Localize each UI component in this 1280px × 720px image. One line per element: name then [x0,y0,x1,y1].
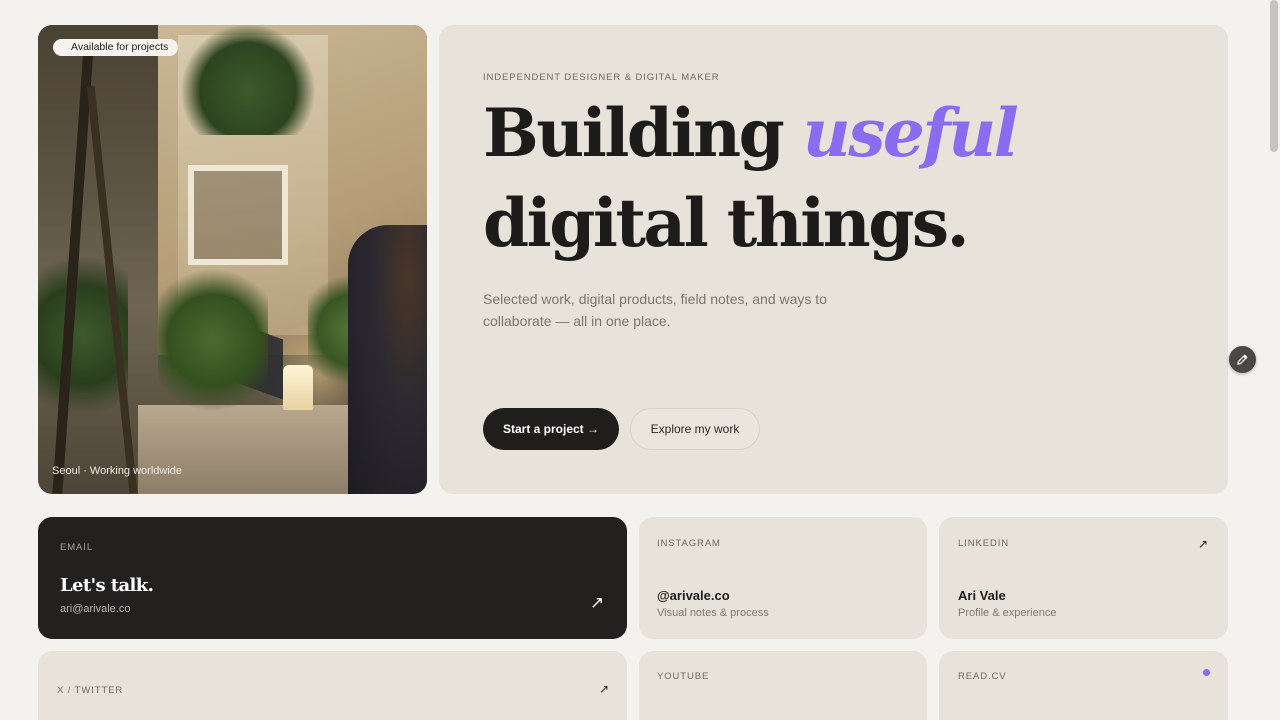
start-project-button[interactable]: Start a project → [483,408,619,450]
email-label: EMAIL [60,542,94,553]
hero-headline: Building useful digital things. [483,88,1203,268]
headline-part-1: Building [483,94,785,172]
photo-shelf [188,165,288,265]
arrow-up-right-icon: ↗ [1198,537,1209,551]
hero-photo-card [38,25,427,494]
explore-work-button[interactable]: Explore my work [630,408,760,450]
instagram-description: Visual notes & process [657,607,769,619]
edit-button[interactable] [1229,346,1256,373]
instagram-label: INSTAGRAM [657,538,721,549]
linkedin-description: Profile & experience [958,607,1057,619]
photo-caption: Seoul · Working worldwide [52,465,183,477]
youtube-card[interactable]: YOUTUBE [639,651,927,720]
pencil-icon [1237,354,1248,365]
headline-accent: useful [802,94,1019,172]
email-title: Let's talk. [60,575,154,596]
photo-plant [158,255,268,425]
instagram-card[interactable]: INSTAGRAM @arivale.co Visual notes & pro… [639,517,927,639]
page-scrollbar[interactable] [1268,0,1280,720]
readcv-card[interactable]: READ.CV [939,651,1228,720]
photo-plant [178,25,318,135]
status-dot [1203,669,1210,676]
hero-eyebrow: INDEPENDENT DESIGNER & DIGITAL MAKER [483,72,720,83]
twitter-card[interactable]: X / TWITTER ↗ [38,651,627,720]
photo-person [348,225,427,494]
scrollbar-thumb[interactable] [1270,0,1278,152]
email-card[interactable]: EMAIL Let's talk. ari@arivale.co ↗ [38,517,627,639]
instagram-handle: @arivale.co [657,588,730,603]
readcv-label: READ.CV [958,671,1007,682]
linkedin-label: LINKEDIN [958,538,1010,549]
arrow-up-right-icon: ↗ [599,682,610,696]
twitter-label: X / TWITTER [57,685,124,696]
youtube-label: YOUTUBE [657,671,710,682]
email-address: ari@arivale.co [60,603,131,615]
hero-lede: Selected work, digital products, field n… [483,291,827,329]
availability-badge: Available for projects [53,39,179,56]
headline-part-2: digital things. [483,184,970,262]
linkedin-name: Ari Vale [958,588,1006,603]
arrow-up-right-icon: ↗ [590,593,605,612]
linkedin-card[interactable]: LINKEDIN ↗ Ari Vale Profile & experience [939,517,1228,639]
